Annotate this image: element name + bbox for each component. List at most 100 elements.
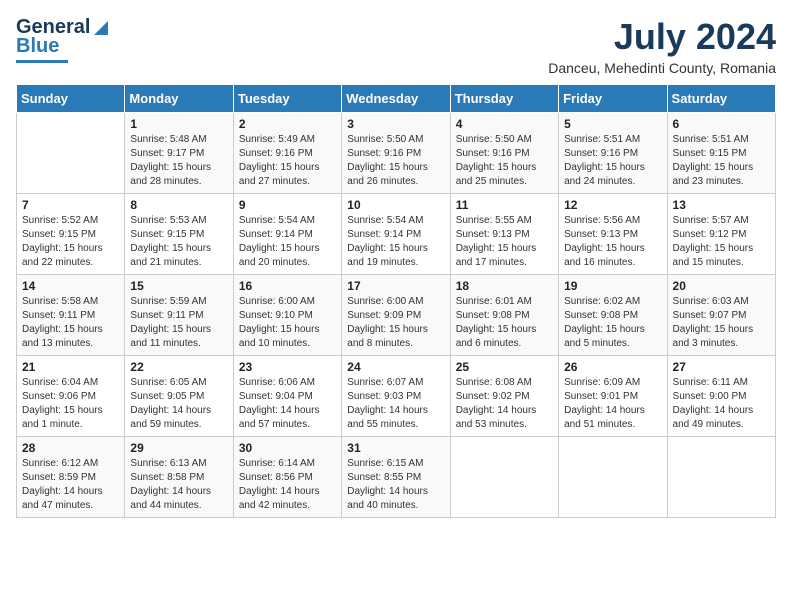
day-number: 3 <box>347 117 444 131</box>
calendar-cell: 16 Sunrise: 6:00 AM Sunset: 9:10 PM Dayli… <box>233 275 341 356</box>
day-number: 12 <box>564 198 661 212</box>
day-number: 2 <box>239 117 336 131</box>
calendar-cell: 15 Sunrise: 5:59 AM Sunset: 9:11 PM Dayli… <box>125 275 233 356</box>
calendar-cell: 27 Sunrise: 6:11 AM Sunset: 9:00 PM Dayli… <box>667 356 775 437</box>
day-info: Sunrise: 5:58 AM Sunset: 9:11 PM Dayligh… <box>22 295 119 351</box>
calendar-day-header: Tuesday <box>233 85 341 113</box>
day-info: Sunrise: 5:51 AM Sunset: 9:15 PM Dayligh… <box>673 133 770 189</box>
calendar-table: SundayMondayTuesdayWednesdayThursdayFrid… <box>16 84 776 518</box>
day-info: Sunrise: 6:06 AM Sunset: 9:04 PM Dayligh… <box>239 376 336 432</box>
day-number: 21 <box>22 360 119 374</box>
day-info: Sunrise: 6:07 AM Sunset: 9:03 PM Dayligh… <box>347 376 444 432</box>
day-number: 5 <box>564 117 661 131</box>
day-number: 15 <box>130 279 227 293</box>
day-number: 26 <box>564 360 661 374</box>
calendar-cell: 28Sunrise: 6:12 AM Sunset: 8:59 PM Dayli… <box>17 437 125 518</box>
day-number: 9 <box>239 198 336 212</box>
day-info: Sunrise: 5:59 AM Sunset: 9:11 PM Dayligh… <box>130 295 227 351</box>
day-number: 18 <box>456 279 553 293</box>
calendar-cell: 20Sunrise: 6:03 AM Sunset: 9:07 PM Dayli… <box>667 275 775 356</box>
calendar-cell <box>450 437 558 518</box>
day-info: Sunrise: 5:56 AM Sunset: 9:13 PM Dayligh… <box>564 214 661 270</box>
day-info: Sunrise: 6:02 AM Sunset: 9:08 PM Dayligh… <box>564 295 661 351</box>
day-number: 10 <box>347 198 444 212</box>
day-number: 11 <box>456 198 553 212</box>
calendar-week-row: 14 Sunrise: 5:58 AM Sunset: 9:11 PM Dayli… <box>17 275 776 356</box>
calendar-cell: 3 Sunrise: 5:50 AM Sunset: 9:16 PM Daylig… <box>342 113 450 194</box>
calendar-day-header: Monday <box>125 85 233 113</box>
calendar-cell: 2 Sunrise: 5:49 AM Sunset: 9:16 PM Daylig… <box>233 113 341 194</box>
day-number: 8 <box>130 198 227 212</box>
calendar-cell <box>17 113 125 194</box>
day-number: 13 <box>673 198 770 212</box>
day-number: 14 <box>22 279 119 293</box>
day-number: 19 <box>564 279 661 293</box>
day-number: 29 <box>130 441 227 455</box>
calendar-cell: 7 Sunrise: 5:52 AM Sunset: 9:15 PM Daylig… <box>17 194 125 275</box>
calendar-cell: 19 Sunrise: 6:02 AM Sunset: 9:08 PM Dayli… <box>559 275 667 356</box>
day-info: Sunrise: 5:54 AM Sunset: 9:14 PM Dayligh… <box>347 214 444 270</box>
calendar-cell: 13 Sunrise: 5:57 AM Sunset: 9:12 PM Dayli… <box>667 194 775 275</box>
logo-blue: Blue <box>16 35 59 58</box>
calendar-cell: 18 Sunrise: 6:01 AM Sunset: 9:08 PM Dayli… <box>450 275 558 356</box>
calendar-week-row: 1Sunrise: 5:48 AM Sunset: 9:17 PM Daylig… <box>17 113 776 194</box>
calendar-day-header: Friday <box>559 85 667 113</box>
day-number: 7 <box>22 198 119 212</box>
calendar-day-header: Saturday <box>667 85 775 113</box>
day-number: 6 <box>673 117 770 131</box>
calendar-cell: 14 Sunrise: 5:58 AM Sunset: 9:11 PM Dayli… <box>17 275 125 356</box>
calendar-cell: 9Sunrise: 5:54 AM Sunset: 9:14 PM Daylig… <box>233 194 341 275</box>
calendar-day-header: Wednesday <box>342 85 450 113</box>
logo-triangle-icon <box>90 17 112 39</box>
calendar-cell: 30 Sunrise: 6:14 AM Sunset: 8:56 PM Dayli… <box>233 437 341 518</box>
calendar-cell: 26 Sunrise: 6:09 AM Sunset: 9:01 PM Dayli… <box>559 356 667 437</box>
day-info: Sunrise: 5:52 AM Sunset: 9:15 PM Dayligh… <box>22 214 119 270</box>
day-number: 30 <box>239 441 336 455</box>
day-info: Sunrise: 6:05 AM Sunset: 9:05 PM Dayligh… <box>130 376 227 432</box>
day-info: Sunrise: 6:04 AM Sunset: 9:06 PM Dayligh… <box>22 376 119 432</box>
day-info: Sunrise: 6:15 AM Sunset: 8:55 PM Dayligh… <box>347 457 444 513</box>
calendar-cell: 31 Sunrise: 6:15 AM Sunset: 8:55 PM Dayli… <box>342 437 450 518</box>
calendar-cell: 24Sunrise: 6:07 AM Sunset: 9:03 PM Dayli… <box>342 356 450 437</box>
day-number: 4 <box>456 117 553 131</box>
calendar-cell: 6 Sunrise: 5:51 AM Sunset: 9:15 PM Daylig… <box>667 113 775 194</box>
day-info: Sunrise: 5:49 AM Sunset: 9:16 PM Dayligh… <box>239 133 336 189</box>
day-number: 1 <box>130 117 227 131</box>
day-number: 17 <box>347 279 444 293</box>
calendar-cell: 11 Sunrise: 5:55 AM Sunset: 9:13 PM Dayli… <box>450 194 558 275</box>
day-info: Sunrise: 6:11 AM Sunset: 9:00 PM Dayligh… <box>673 376 770 432</box>
day-info: Sunrise: 5:50 AM Sunset: 9:16 PM Dayligh… <box>347 133 444 189</box>
calendar-cell: 23Sunrise: 6:06 AM Sunset: 9:04 PM Dayli… <box>233 356 341 437</box>
calendar-day-header: Thursday <box>450 85 558 113</box>
calendar-week-row: 28Sunrise: 6:12 AM Sunset: 8:59 PM Dayli… <box>17 437 776 518</box>
day-number: 25 <box>456 360 553 374</box>
day-info: Sunrise: 5:53 AM Sunset: 9:15 PM Dayligh… <box>130 214 227 270</box>
day-info: Sunrise: 6:00 AM Sunset: 9:10 PM Dayligh… <box>239 295 336 351</box>
day-info: Sunrise: 5:57 AM Sunset: 9:12 PM Dayligh… <box>673 214 770 270</box>
day-number: 16 <box>239 279 336 293</box>
title-block: July 2024 Danceu, Mehedinti County, Roma… <box>548 16 776 76</box>
day-info: Sunrise: 6:01 AM Sunset: 9:08 PM Dayligh… <box>456 295 553 351</box>
day-info: Sunrise: 6:14 AM Sunset: 8:56 PM Dayligh… <box>239 457 336 513</box>
day-info: Sunrise: 5:55 AM Sunset: 9:13 PM Dayligh… <box>456 214 553 270</box>
calendar-week-row: 21 Sunrise: 6:04 AM Sunset: 9:06 PM Dayli… <box>17 356 776 437</box>
calendar-day-header: Sunday <box>17 85 125 113</box>
calendar-cell: 22 Sunrise: 6:05 AM Sunset: 9:05 PM Dayli… <box>125 356 233 437</box>
day-info: Sunrise: 6:09 AM Sunset: 9:01 PM Dayligh… <box>564 376 661 432</box>
day-info: Sunrise: 6:03 AM Sunset: 9:07 PM Dayligh… <box>673 295 770 351</box>
page-title: July 2024 <box>548 16 776 58</box>
day-number: 27 <box>673 360 770 374</box>
logo-underline <box>16 60 68 63</box>
calendar-cell: 21 Sunrise: 6:04 AM Sunset: 9:06 PM Dayli… <box>17 356 125 437</box>
day-info: Sunrise: 5:51 AM Sunset: 9:16 PM Dayligh… <box>564 133 661 189</box>
calendar-week-row: 7 Sunrise: 5:52 AM Sunset: 9:15 PM Daylig… <box>17 194 776 275</box>
calendar-cell: 10 Sunrise: 5:54 AM Sunset: 9:14 PM Dayli… <box>342 194 450 275</box>
day-number: 31 <box>347 441 444 455</box>
day-info: Sunrise: 5:50 AM Sunset: 9:16 PM Dayligh… <box>456 133 553 189</box>
day-info: Sunrise: 6:12 AM Sunset: 8:59 PM Dayligh… <box>22 457 119 513</box>
day-number: 22 <box>130 360 227 374</box>
calendar-cell <box>667 437 775 518</box>
day-info: Sunrise: 6:08 AM Sunset: 9:02 PM Dayligh… <box>456 376 553 432</box>
calendar-cell: 29Sunrise: 6:13 AM Sunset: 8:58 PM Dayli… <box>125 437 233 518</box>
calendar-cell: 8 Sunrise: 5:53 AM Sunset: 9:15 PM Daylig… <box>125 194 233 275</box>
